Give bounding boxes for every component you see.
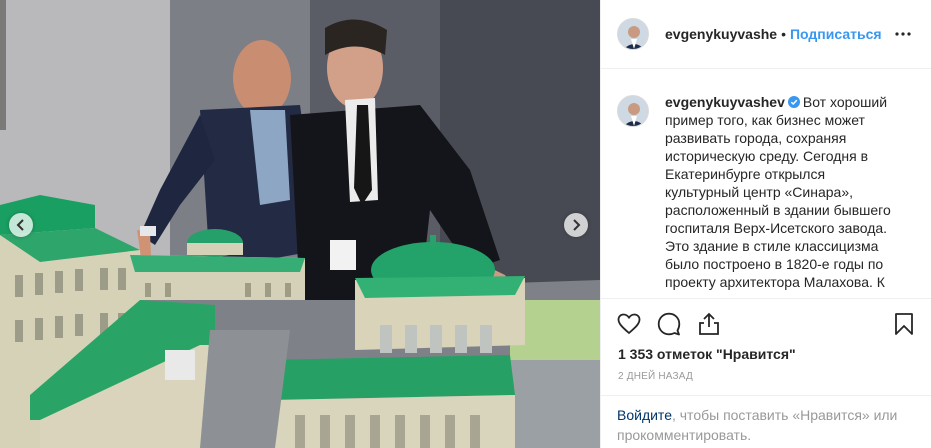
save-button[interactable] — [892, 312, 916, 336]
post-timestamp[interactable]: 2 дней назад — [618, 371, 693, 382]
comment-button[interactable] — [657, 312, 681, 336]
like-button[interactable] — [617, 312, 641, 336]
caption-avatar[interactable] — [617, 95, 649, 127]
login-link[interactable]: Войдите — [617, 407, 672, 423]
post-header: evgenykuyvashe • Подписаться — [601, 0, 931, 69]
avatar[interactable] — [617, 18, 649, 50]
header-separator: • — [781, 26, 786, 42]
header-username-link[interactable]: evgenykuyvashe — [665, 26, 777, 42]
caption-text-block: evgenykuyvashev Вот хороший пример того, … — [665, 93, 901, 291]
post-photo[interactable] — [0, 0, 600, 448]
bookmark-icon — [895, 313, 913, 335]
comment-icon — [657, 312, 681, 336]
more-horizontal-icon — [895, 32, 911, 36]
chevron-left-icon — [16, 219, 24, 231]
next-photo-button[interactable] — [564, 213, 588, 237]
avatar-image — [618, 96, 648, 126]
avatar-image — [618, 19, 648, 49]
caption-text: Вот хороший пример того, как бизнес може… — [665, 94, 891, 290]
instagram-post: evgenykuyvashe • Подписаться evgenykuyva… — [0, 0, 931, 448]
action-bar — [617, 310, 916, 338]
divider — [601, 298, 931, 299]
share-button[interactable] — [697, 312, 721, 336]
previous-photo-button[interactable] — [9, 213, 33, 237]
chevron-right-icon — [573, 219, 581, 231]
follow-button[interactable]: Подписаться — [790, 26, 882, 42]
more-options-button[interactable] — [891, 22, 915, 46]
caption-username-link[interactable]: evgenykuyvashev — [665, 94, 785, 110]
likes-count[interactable]: 1 353 отметок "Нравится" — [618, 346, 796, 362]
post-caption: evgenykuyvashev Вот хороший пример того, … — [617, 93, 917, 291]
post-side-panel: evgenykuyvashe • Подписаться evgenykuyva… — [600, 0, 931, 448]
login-prompt: Войдите, чтобы поставить «Нравится» или … — [617, 405, 917, 445]
verified-badge-icon — [787, 96, 800, 108]
divider — [601, 395, 931, 396]
share-icon — [699, 312, 719, 335]
heart-icon — [617, 313, 641, 335]
photo-scene — [0, 0, 600, 448]
